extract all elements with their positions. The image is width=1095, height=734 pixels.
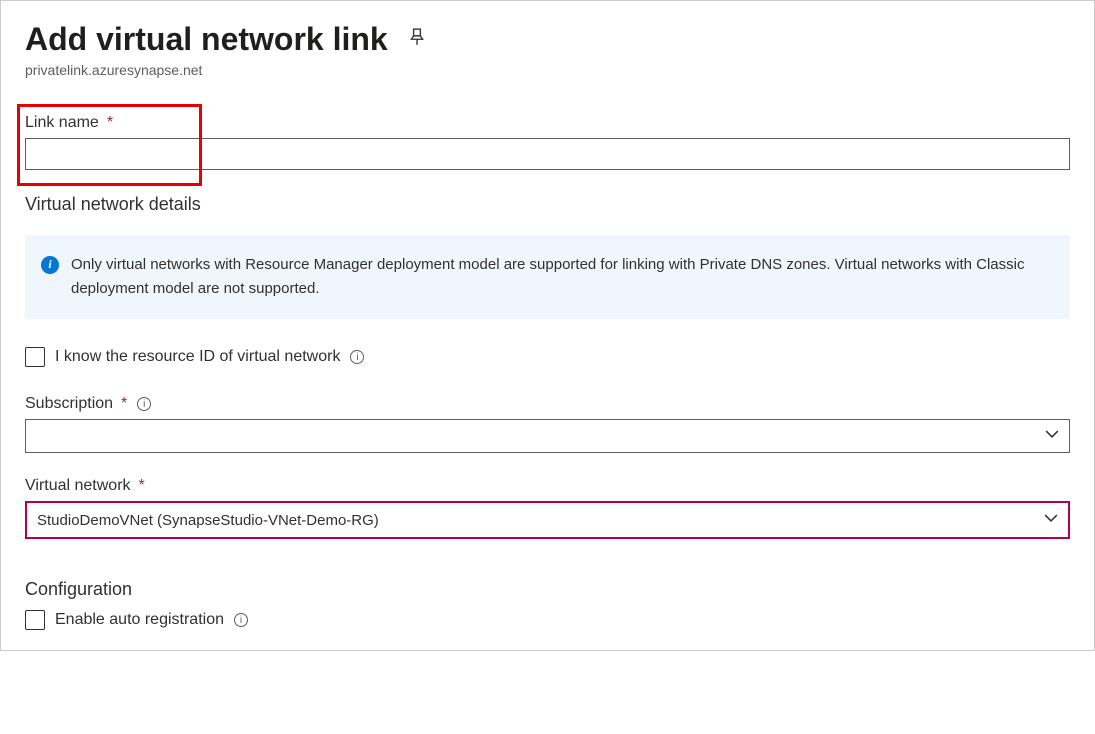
know-resource-id-checkbox[interactable] bbox=[25, 347, 45, 367]
page-title: Add virtual network link bbox=[25, 21, 388, 58]
enable-auto-registration-checkbox[interactable] bbox=[25, 610, 45, 630]
required-asterisk: * bbox=[121, 395, 127, 413]
chevron-down-icon bbox=[1044, 511, 1058, 529]
subscription-label: Subscription* i bbox=[25, 395, 1070, 413]
vnet-details-heading: Virtual network details bbox=[25, 194, 1070, 215]
subtitle: privatelink.azuresynapse.net bbox=[25, 62, 1070, 78]
chevron-down-icon bbox=[1045, 427, 1059, 445]
info-banner: i Only virtual networks with Resource Ma… bbox=[25, 235, 1070, 319]
subscription-dropdown[interactable] bbox=[25, 419, 1070, 453]
virtual-network-dropdown[interactable]: StudioDemoVNet (SynapseStudio-VNet-Demo-… bbox=[25, 501, 1070, 539]
enable-auto-registration-label: Enable auto registration i bbox=[55, 611, 248, 629]
info-banner-text: Only virtual networks with Resource Mana… bbox=[71, 253, 1050, 301]
info-tooltip-icon[interactable]: i bbox=[137, 397, 151, 411]
virtual-network-label: Virtual network* bbox=[25, 477, 1070, 495]
know-resource-id-label: I know the resource ID of virtual networ… bbox=[55, 348, 364, 366]
info-tooltip-icon[interactable]: i bbox=[350, 350, 364, 364]
info-icon: i bbox=[41, 256, 59, 274]
link-name-input[interactable] bbox=[25, 138, 1070, 170]
pin-icon[interactable] bbox=[408, 28, 426, 51]
info-tooltip-icon[interactable]: i bbox=[234, 613, 248, 627]
configuration-heading: Configuration bbox=[25, 579, 1070, 600]
required-asterisk: * bbox=[139, 477, 145, 495]
required-asterisk: * bbox=[107, 114, 113, 132]
link-name-label: Link name* bbox=[25, 114, 1070, 132]
